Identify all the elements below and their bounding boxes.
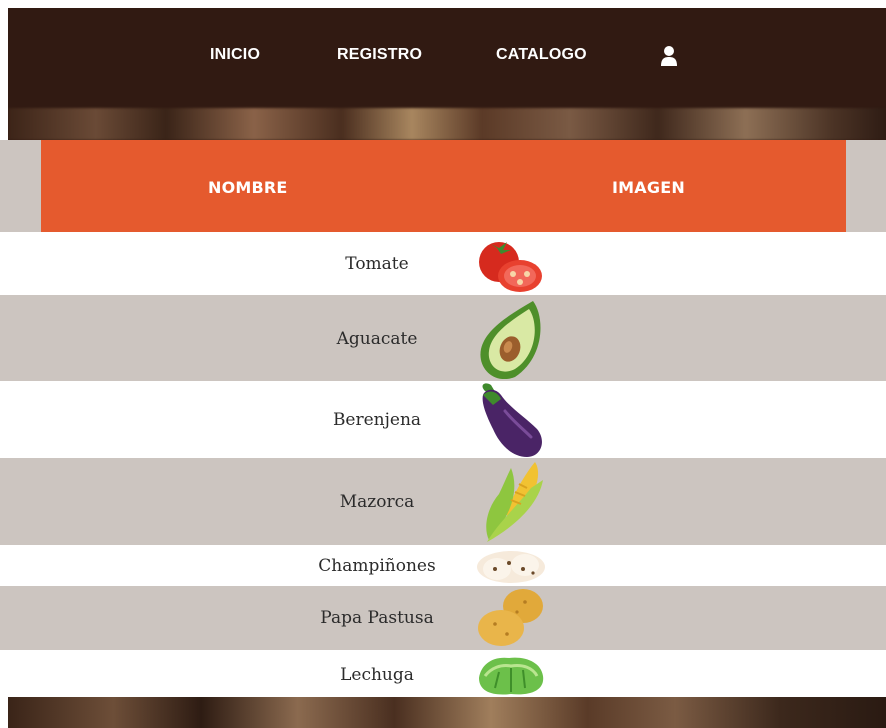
top-banner: INICIO REGISTRO CATALOGO xyxy=(8,8,886,140)
table-row: Lechuga xyxy=(0,650,886,697)
footer-banner xyxy=(8,697,886,728)
main-nav: INICIO REGISTRO CATALOGO xyxy=(8,8,886,108)
header-nombre: NOMBRE xyxy=(208,178,288,197)
table-row: Aguacate xyxy=(0,295,886,381)
product-name: Berenjena xyxy=(332,410,422,430)
avocado-icon xyxy=(475,297,547,384)
product-name: Champiñones xyxy=(318,556,436,576)
corn-icon xyxy=(475,458,547,549)
nav-catalogo[interactable]: CATALOGO xyxy=(496,46,587,68)
product-name: Tomate xyxy=(345,254,409,274)
tomato-icon xyxy=(475,234,547,299)
nav-inicio[interactable]: INICIO xyxy=(210,46,260,68)
table-row: Tomate xyxy=(0,232,886,295)
eggplant-icon xyxy=(475,381,547,464)
table-header: NOMBRE IMAGEN xyxy=(41,140,846,232)
table-row: Papa Pastusa xyxy=(0,586,886,650)
table-row: Champiñones xyxy=(0,545,886,586)
lettuce-icon xyxy=(475,652,547,701)
user-icon[interactable] xyxy=(659,45,679,67)
table-row: Mazorca xyxy=(0,458,886,545)
header-imagen: IMAGEN xyxy=(612,178,685,197)
product-name: Mazorca xyxy=(339,492,415,512)
table-row: Berenjena xyxy=(0,381,886,458)
product-name: Papa Pastusa xyxy=(320,608,434,628)
product-name: Lechuga xyxy=(340,665,414,685)
mushroom-icon xyxy=(475,547,547,590)
product-name: Aguacate xyxy=(336,329,418,349)
banner-photo-strip xyxy=(8,108,886,140)
nav-registro[interactable]: REGISTRO xyxy=(337,46,422,68)
potato-icon xyxy=(475,586,547,655)
